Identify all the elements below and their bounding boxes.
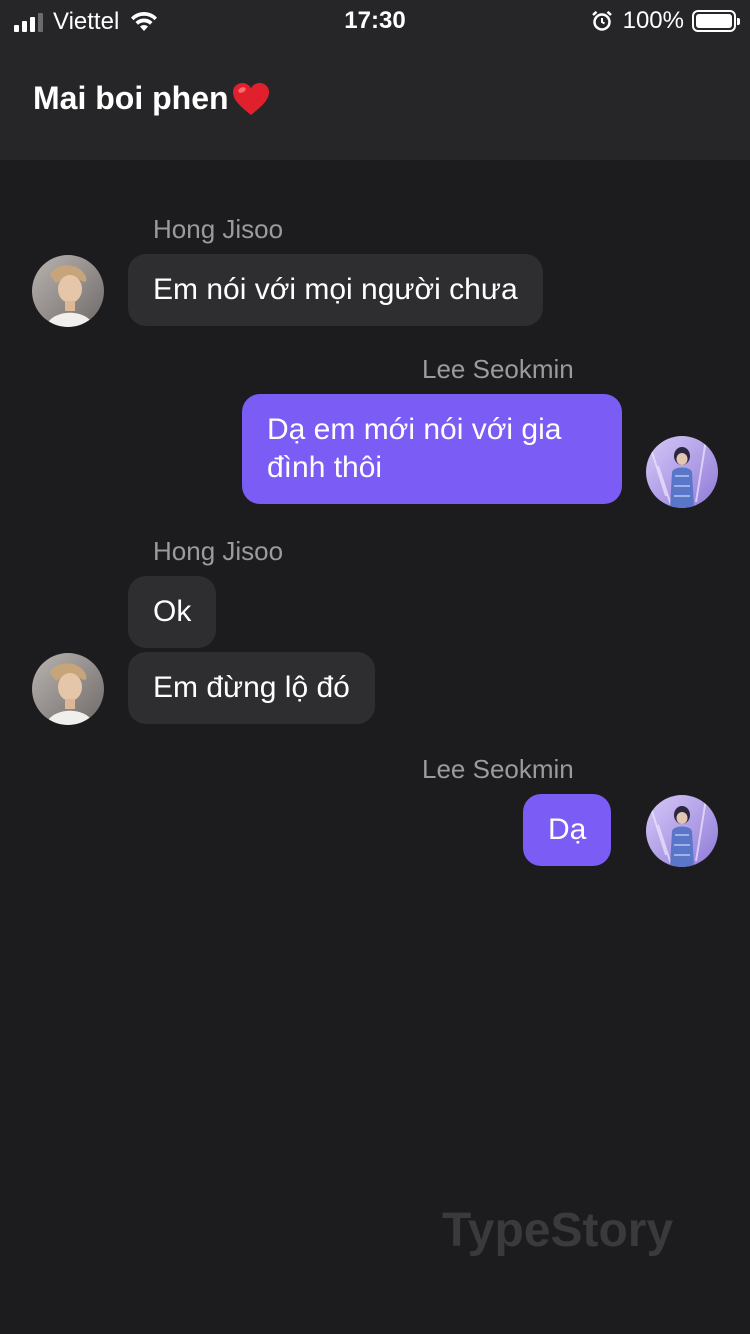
chat-screen: Viettel 17:30 100% Mai boi phen Hong Jis… — [0, 0, 750, 1334]
avatar-lee-seokmin[interactable] — [646, 795, 718, 867]
message-bubble[interactable]: Dạ — [523, 794, 612, 866]
heart-emoji — [232, 82, 269, 115]
message-bubble[interactable]: Ok — [128, 576, 217, 648]
sender-name: Hong Jisoo — [153, 536, 284, 566]
sender-name: Lee Seokmin — [422, 354, 574, 384]
sender-name: Lee Seokmin — [422, 754, 574, 784]
message-bubble[interactable]: Dạ em mới nói với gia đình thôi — [242, 394, 622, 504]
status-bar: Viettel 17:30 100% — [0, 0, 750, 42]
avatar-hong-jisoo[interactable] — [32, 653, 104, 725]
alarm-icon — [591, 10, 612, 31]
chat-title-text: Mai boi phen — [33, 80, 229, 116]
chat-title[interactable]: Mai boi phen — [33, 80, 271, 117]
chat-header: Mai boi phen — [0, 42, 750, 160]
watermark-logo: TypeStory — [442, 1204, 674, 1257]
battery-icon — [692, 10, 740, 32]
message-bubble[interactable]: Em đừng lộ đó — [128, 652, 375, 724]
status-right: 100% — [591, 7, 740, 35]
avatar-hong-jisoo[interactable] — [32, 255, 104, 327]
avatar-lee-seokmin[interactable] — [646, 436, 718, 508]
sender-name: Hong Jisoo — [153, 214, 284, 244]
message-bubble[interactable]: Em nói với mọi người chưa — [128, 254, 543, 326]
battery-percentage: 100% — [622, 7, 684, 34]
